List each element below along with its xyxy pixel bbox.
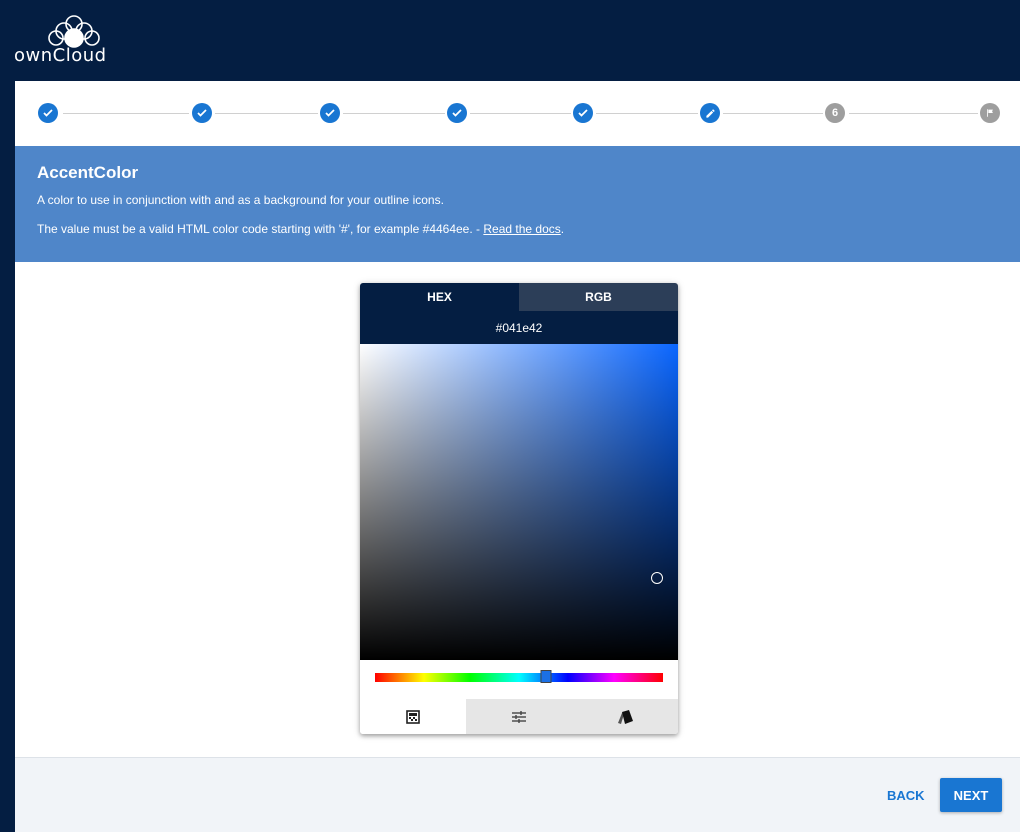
step-connector: [849, 113, 978, 114]
step-number: 6: [831, 107, 839, 119]
mode-canvas-button[interactable]: [360, 699, 466, 734]
mode-sliders-button[interactable]: [466, 699, 572, 734]
picker-mode-bar: [360, 699, 678, 734]
pencil-icon: [705, 108, 715, 118]
palette-swatch-icon: [406, 709, 420, 724]
step-connector: [63, 113, 189, 114]
hue-slider-area: [360, 660, 678, 699]
setting-hint: The value must be a valid HTML color cod…: [37, 221, 998, 237]
step-finish[interactable]: [980, 103, 1000, 123]
owncloud-logo: ownCloud: [14, 14, 114, 66]
value-gradient: [360, 344, 678, 660]
wizard-footer: BACK NEXT: [15, 757, 1020, 832]
mode-swatches-button[interactable]: [572, 699, 678, 734]
cloud-logo-icon: [48, 15, 100, 48]
saturation-value-canvas[interactable]: [360, 344, 678, 660]
step-1-complete[interactable]: [38, 103, 58, 123]
tab-rgb[interactable]: RGB: [519, 283, 678, 311]
step-connector: [343, 113, 445, 114]
check-icon: [452, 109, 462, 117]
color-cards-icon: [618, 709, 633, 724]
step-current-edit[interactable]: [700, 103, 720, 123]
step-connector: [596, 113, 698, 114]
wizard-stepper: 6: [15, 81, 1020, 146]
step-6-pending[interactable]: 6: [825, 103, 845, 123]
setup-wizard-card: 6 AccentColor A color to use in conjunct…: [15, 81, 1020, 832]
hue-slider-handle[interactable]: [540, 670, 552, 683]
hint-suffix: .: [560, 222, 565, 236]
check-icon: [578, 109, 588, 117]
tab-hex[interactable]: HEX: [360, 283, 519, 311]
step-3-complete[interactable]: [320, 103, 340, 123]
hue-slider[interactable]: [375, 673, 663, 682]
color-picker: HEX RGB #041e42: [360, 283, 678, 734]
logo-wordmark: ownCloud: [14, 45, 107, 66]
hint-text: The value must be a valid HTML color cod…: [37, 222, 484, 236]
step-4-complete[interactable]: [447, 103, 467, 123]
next-button[interactable]: NEXT: [940, 778, 1002, 812]
setting-description-banner: AccentColor A color to use in conjunctio…: [15, 146, 1020, 262]
read-the-docs-link[interactable]: Read the docs: [483, 222, 560, 236]
setting-title: AccentColor: [37, 163, 139, 182]
step-connector: [723, 113, 823, 114]
back-button[interactable]: BACK: [877, 778, 935, 812]
check-icon: [43, 109, 53, 117]
color-format-tabs: HEX RGB: [360, 283, 678, 311]
sliders-icon: [512, 710, 526, 723]
app-header: ownCloud: [0, 0, 1020, 80]
setting-description: A color to use in conjunction with and a…: [37, 193, 444, 207]
hex-value-display[interactable]: #041e42: [360, 311, 678, 344]
step-5-complete[interactable]: [573, 103, 593, 123]
step-connector: [470, 113, 571, 114]
check-icon: [197, 109, 207, 117]
step-connector: [215, 113, 318, 114]
flag-icon: [987, 109, 993, 117]
color-selector-handle[interactable]: [651, 572, 663, 584]
check-icon: [325, 109, 335, 117]
step-2-complete[interactable]: [192, 103, 212, 123]
